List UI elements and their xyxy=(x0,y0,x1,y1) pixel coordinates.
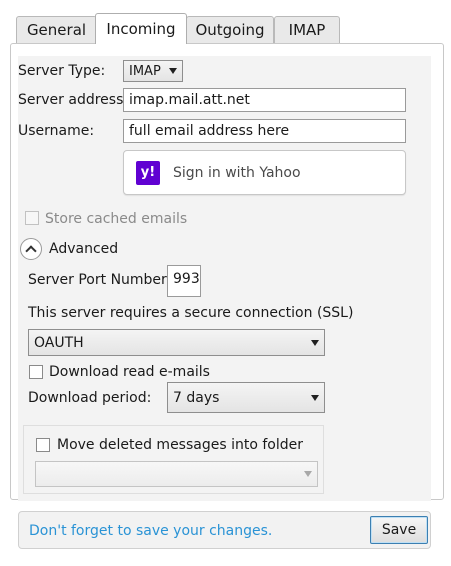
sign-in-with-yahoo-label: Sign in with Yahoo xyxy=(173,164,301,181)
save-button[interactable]: Save xyxy=(370,516,428,544)
tab-outgoing[interactable]: Outgoing xyxy=(186,16,274,43)
server-address-label: Server address: xyxy=(18,92,129,108)
chevron-up-icon xyxy=(25,245,37,257)
store-cached-emails-checkbox[interactable] xyxy=(25,211,39,225)
advanced-toggle-button[interactable] xyxy=(20,238,42,260)
server-type-value: IMAP xyxy=(129,63,161,79)
username-input[interactable]: full email address here xyxy=(123,119,406,143)
chevron-down-icon xyxy=(304,471,312,477)
sign-in-with-yahoo-button[interactable]: y! Sign in with Yahoo xyxy=(123,150,406,195)
server-type-select[interactable]: IMAP xyxy=(123,60,183,82)
chevron-down-icon xyxy=(311,339,319,346)
server-port-label: Server Port Number: xyxy=(28,272,172,288)
ssl-select[interactable]: OAUTH xyxy=(28,329,325,356)
download-period-value: 7 days xyxy=(173,389,220,406)
download-period-select[interactable]: 7 days xyxy=(167,382,325,413)
tab-general[interactable]: General xyxy=(16,16,97,43)
download-read-emails-label: Download read e-mails xyxy=(49,364,210,380)
server-address-input[interactable]: imap.mail.att.net xyxy=(123,88,406,112)
save-reminder-message: Don't forget to save your changes. xyxy=(29,523,273,539)
move-deleted-checkbox[interactable] xyxy=(36,438,50,452)
download-read-emails-checkbox[interactable] xyxy=(29,365,43,379)
download-period-label: Download period: xyxy=(28,390,152,406)
ssl-label: This server requires a secure connection… xyxy=(28,305,354,321)
username-label: Username: xyxy=(18,123,95,139)
ssl-value: OAUTH xyxy=(34,334,84,351)
move-deleted-label: Move deleted messages into folder xyxy=(57,437,304,453)
store-cached-emails-label: Store cached emails xyxy=(45,211,188,227)
chevron-down-icon xyxy=(311,394,319,401)
advanced-label: Advanced xyxy=(49,241,119,257)
move-deleted-folder-select[interactable] xyxy=(35,461,318,487)
chevron-down-icon xyxy=(169,68,177,74)
yahoo-logo-icon: y! xyxy=(136,160,160,185)
tab-incoming[interactable]: Incoming xyxy=(95,13,187,44)
tab-imap[interactable]: IMAP xyxy=(274,16,340,43)
save-reminder-bar: Don't forget to save your changes. Save xyxy=(18,511,431,549)
server-port-input[interactable]: 993 xyxy=(167,265,201,297)
server-type-label: Server Type: xyxy=(18,63,106,79)
